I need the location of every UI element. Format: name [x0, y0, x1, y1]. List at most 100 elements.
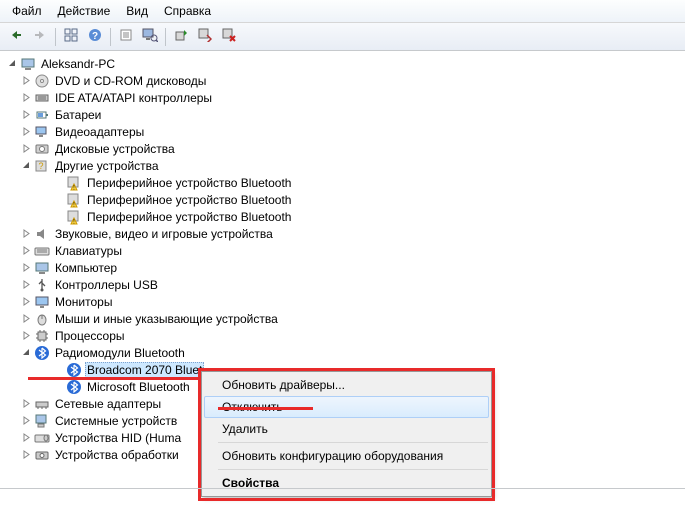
expander-closed-icon[interactable] [20, 262, 32, 274]
divider [0, 488, 685, 489]
tree-category[interactable]: Компьютер [6, 259, 683, 276]
arrow-left-icon [9, 29, 23, 44]
back-button[interactable] [5, 26, 27, 48]
view-button[interactable] [60, 26, 82, 48]
menu-action[interactable]: Действие [50, 2, 119, 20]
expander-closed-icon[interactable] [20, 245, 32, 257]
expander-closed-icon[interactable] [20, 330, 32, 342]
context-update-driver[interactable]: Обновить драйверы... [204, 374, 489, 396]
tree-label: Процессоры [53, 329, 127, 343]
properties-button[interactable] [115, 26, 137, 48]
tree-category[interactable]: Мыши и иные указывающие устройства [6, 310, 683, 327]
dvd-icon [34, 73, 50, 89]
arrow-right-icon [33, 29, 47, 44]
unknown-warning-icon: ! [66, 209, 82, 225]
annotation-underline [218, 407, 313, 410]
expander-closed-icon[interactable] [20, 415, 32, 427]
expander-closed-icon[interactable] [20, 449, 32, 461]
expander-open-icon[interactable] [20, 160, 32, 172]
disable-driver-icon [198, 28, 212, 45]
tree-label: Другие устройства [53, 159, 161, 173]
tree-device[interactable]: ! Периферийное устройство Bluetooth [6, 174, 683, 191]
tree-category[interactable]: Процессоры [6, 327, 683, 344]
tree-label: Сетевые адаптеры [53, 397, 163, 411]
context-separator [218, 469, 488, 470]
forward-button[interactable] [29, 26, 51, 48]
tree-label: Microsoft Bluetooth [85, 380, 192, 394]
tree-category[interactable]: Клавиатуры [6, 242, 683, 259]
mouse-icon [34, 311, 50, 327]
tree-label: Компьютер [53, 261, 119, 275]
bluetooth-icon [66, 362, 82, 378]
tree-label: IDE ATA/ATAPI контроллеры [53, 91, 214, 105]
menu-help[interactable]: Справка [156, 2, 219, 20]
monitor-icon [34, 294, 50, 310]
toolbar: ? [0, 23, 685, 51]
tree-label: Батареи [53, 108, 103, 122]
tree-label: Мониторы [53, 295, 114, 309]
scan-button[interactable] [139, 26, 161, 48]
menu-file[interactable]: Файл [4, 2, 50, 20]
tree-category[interactable]: Дисковые устройства [6, 140, 683, 157]
expander-closed-icon[interactable] [20, 313, 32, 325]
computer-icon [34, 260, 50, 276]
tree-label: Периферийное устройство Bluetooth [85, 176, 293, 190]
tree-device[interactable]: ! Периферийное устройство Bluetooth [6, 208, 683, 225]
ide-icon [34, 90, 50, 106]
expander-closed-icon[interactable] [20, 228, 32, 240]
tree-label: Мыши и иные указывающие устройства [53, 312, 280, 326]
svg-text:?: ? [38, 161, 43, 171]
expander-closed-icon[interactable] [20, 432, 32, 444]
expander-closed-icon[interactable] [20, 75, 32, 87]
sound-icon [34, 226, 50, 242]
menubar: Файл Действие Вид Справка [0, 0, 685, 23]
unknown-warning-icon: ! [66, 175, 82, 191]
tree-root[interactable]: Aleksandr-PC [6, 55, 683, 72]
tree-category[interactable]: Мониторы [6, 293, 683, 310]
expander-closed-icon[interactable] [20, 109, 32, 121]
disable-button[interactable] [194, 26, 216, 48]
svg-text:?: ? [92, 31, 98, 42]
tree-device[interactable]: ! Периферийное устройство Bluetooth [6, 191, 683, 208]
update-driver-button[interactable] [170, 26, 192, 48]
context-scan-hardware[interactable]: Обновить конфигурацию оборудования [204, 445, 489, 467]
tree-category[interactable]: Батареи [6, 106, 683, 123]
expander-closed-icon[interactable] [20, 126, 32, 138]
tree-category[interactable]: Контроллеры USB [6, 276, 683, 293]
context-properties[interactable]: Свойства [204, 472, 489, 494]
tree-category[interactable]: Радиомодули Bluetooth [6, 344, 683, 361]
expander-open-icon[interactable] [20, 347, 32, 359]
tree-label: Клавиатуры [53, 244, 124, 258]
expander-closed-icon[interactable] [20, 92, 32, 104]
tree-category[interactable]: ? Другие устройства [6, 157, 683, 174]
tree-label: Периферийное устройство Bluetooth [85, 210, 293, 224]
cpu-icon [34, 328, 50, 344]
grid-icon [64, 28, 78, 45]
monitor-scan-icon [142, 28, 158, 45]
expander-closed-icon[interactable] [20, 296, 32, 308]
expander-open-icon[interactable] [6, 58, 18, 70]
context-delete[interactable]: Удалить [204, 418, 489, 440]
help-button[interactable]: ? [84, 26, 106, 48]
tree-label: Системные устройств [53, 414, 179, 428]
expander-closed-icon[interactable] [20, 279, 32, 291]
tree-category[interactable]: DVD и CD-ROM дисководы [6, 72, 683, 89]
tree-label: Контроллеры USB [53, 278, 160, 292]
imaging-icon [34, 447, 50, 463]
tree-category[interactable]: Видеоадаптеры [6, 123, 683, 140]
expander-closed-icon[interactable] [20, 398, 32, 410]
battery-icon [34, 107, 50, 123]
tree-label: DVD и CD-ROM дисководы [53, 74, 208, 88]
properties-icon [119, 28, 133, 45]
tree-category[interactable]: Звуковые, видео и игровые устройства [6, 225, 683, 242]
usb-icon [34, 277, 50, 293]
tree-label: Aleksandr-PC [39, 57, 117, 71]
expander-closed-icon[interactable] [20, 143, 32, 155]
tree-label: Broadcom 2070 Bluet [85, 362, 204, 378]
unknown-warning-icon: ! [66, 192, 82, 208]
display-adapter-icon [34, 124, 50, 140]
menu-view[interactable]: Вид [118, 2, 156, 20]
uninstall-button[interactable] [218, 26, 240, 48]
tree-category[interactable]: IDE ATA/ATAPI контроллеры [6, 89, 683, 106]
bluetooth-icon [34, 345, 50, 361]
